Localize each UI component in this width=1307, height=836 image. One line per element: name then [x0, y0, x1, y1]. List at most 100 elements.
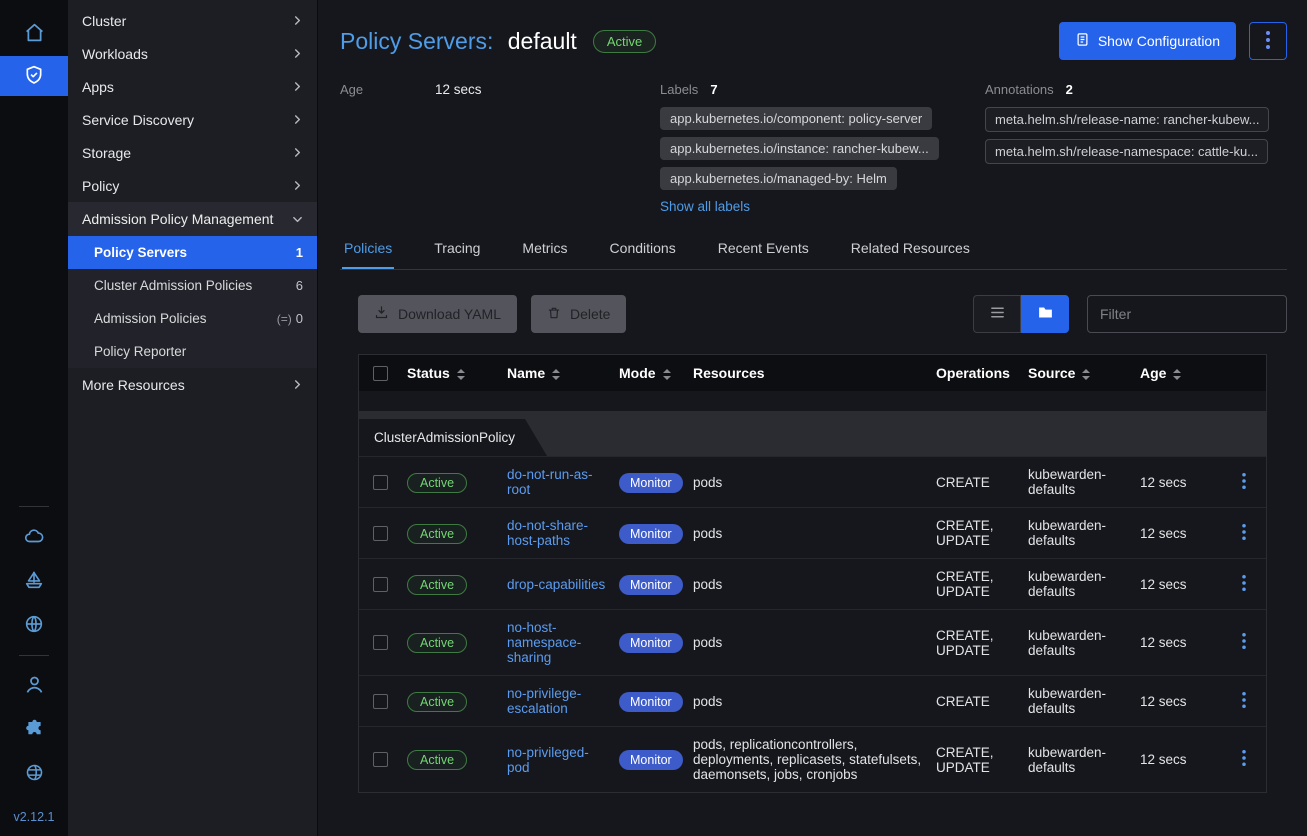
annotations-count: 2: [1066, 82, 1073, 97]
tab-metrics[interactable]: Metrics: [520, 230, 569, 269]
resources-cell: pods, replicationcontrollers, deployment…: [687, 727, 930, 793]
chevron-right-icon: [292, 81, 303, 92]
operations-cell: CREATE, UPDATE: [930, 727, 1022, 793]
table-row[interactable]: Active no-privilege-escalation Monitor p…: [359, 676, 1266, 727]
column-header-age[interactable]: Age: [1134, 355, 1222, 391]
annotations-title: Annotations: [985, 82, 1054, 97]
tab-related-resources[interactable]: Related Resources: [849, 230, 972, 269]
status-badge: Active: [407, 750, 467, 770]
policy-name-link[interactable]: do-not-share-host-paths: [507, 518, 588, 548]
sidebar-item-admission-policies[interactable]: Admission Policies (=) 0: [68, 302, 317, 335]
policy-name-link[interactable]: do-not-run-as-root: [507, 467, 593, 497]
table-toolbar: Download YAML Delete: [340, 295, 1287, 333]
row-checkbox[interactable]: [373, 752, 388, 767]
group-view-button[interactable]: [1021, 295, 1069, 333]
sidebar-group-admission-policy-management[interactable]: Admission Policy Management: [68, 202, 317, 236]
row-kebab-menu-button[interactable]: [1242, 750, 1246, 769]
table-row[interactable]: Active do-not-share-host-paths Monitor p…: [359, 508, 1266, 559]
puzzle-icon: [24, 718, 45, 742]
group-tab: ClusterAdmissionPolicy: [359, 419, 547, 456]
operations-cell: CREATE: [930, 676, 1022, 727]
resources-cell: pods: [687, 508, 930, 559]
column-header-mode[interactable]: Mode: [613, 355, 687, 391]
page-header: Policy Servers: default Active Show Conf…: [340, 22, 1287, 60]
filter-input[interactable]: [1087, 295, 1287, 333]
sidebar-item-cluster[interactable]: Cluster: [68, 4, 317, 37]
sort-icon: [1173, 369, 1181, 380]
sidebar-item-policy-servers[interactable]: Policy Servers 1: [68, 236, 317, 269]
namespaced-count-icon: (=): [277, 312, 292, 326]
app-root: v2.12.1 Cluster Workloads Apps Service D…: [0, 0, 1307, 836]
home-icon: [24, 22, 45, 46]
policy-name-link[interactable]: no-privilege-escalation: [507, 686, 581, 716]
tab-tracing[interactable]: Tracing: [432, 230, 482, 269]
rail-divider: [19, 655, 49, 656]
annotations-block: Annotations 2 meta.helm.sh/release-name:…: [985, 78, 1287, 214]
row-checkbox[interactable]: [373, 635, 388, 650]
row-checkbox[interactable]: [373, 526, 388, 541]
header-kebab-menu-button[interactable]: [1249, 22, 1287, 60]
sidebar-item-cluster-admission-policies[interactable]: Cluster Admission Policies 6: [68, 269, 317, 302]
policy-name-link[interactable]: no-host-namespace-sharing: [507, 620, 581, 665]
virtualization-button[interactable]: [0, 559, 68, 603]
sidebar-item-service-discovery[interactable]: Service Discovery: [68, 103, 317, 136]
download-yaml-button[interactable]: Download YAML: [358, 295, 517, 333]
home-button[interactable]: [0, 12, 68, 56]
table-row[interactable]: Active no-privileged-pod Monitor pods, r…: [359, 727, 1266, 793]
row-checkbox[interactable]: [373, 694, 388, 709]
tab-recent-events[interactable]: Recent Events: [716, 230, 811, 269]
trash-icon: [547, 306, 561, 323]
fleet-button[interactable]: [0, 603, 68, 647]
row-kebab-menu-button[interactable]: [1242, 473, 1246, 492]
annotation-chip: meta.helm.sh/release-namespace: cattle-k…: [985, 139, 1268, 164]
column-header-source[interactable]: Source: [1022, 355, 1134, 391]
version-label: v2.12.1: [13, 810, 54, 824]
operations-cell: CREATE: [930, 457, 1022, 508]
tab-conditions[interactable]: Conditions: [608, 230, 678, 269]
user-button[interactable]: [0, 664, 68, 708]
source-cell: kubewarden-defaults: [1022, 559, 1134, 610]
sidebar: Cluster Workloads Apps Service Discovery…: [68, 0, 318, 836]
table-row[interactable]: Active no-host-namespace-sharing Monitor…: [359, 610, 1266, 676]
list-view-button[interactable]: [973, 295, 1021, 333]
nav-rail: v2.12.1: [0, 0, 68, 836]
extensions-button[interactable]: [0, 708, 68, 752]
show-all-labels-link[interactable]: Show all labels: [660, 199, 750, 214]
row-kebab-menu-button[interactable]: [1242, 575, 1246, 594]
select-all-checkbox[interactable]: [373, 366, 388, 381]
sidebar-item-more-resources[interactable]: More Resources: [68, 368, 317, 401]
policies-table: Status Name Mode Resources Operations So…: [358, 354, 1267, 793]
kubewarden-shield-icon: [24, 65, 44, 88]
row-kebab-menu-button[interactable]: [1242, 633, 1246, 652]
table-row[interactable]: Active do-not-run-as-root Monitor pods C…: [359, 457, 1266, 508]
kubewarden-nav-button[interactable]: [0, 56, 68, 96]
sidebar-item-policy[interactable]: Policy: [68, 169, 317, 202]
column-header-status[interactable]: Status: [401, 355, 501, 391]
delete-button[interactable]: Delete: [531, 295, 626, 333]
chevron-right-icon: [292, 15, 303, 26]
tab-policies[interactable]: Policies: [342, 230, 394, 269]
sidebar-item-apps[interactable]: Apps: [68, 70, 317, 103]
resource-masthead: Age 12 secs Labels 7 app.kubernetes.io/c…: [340, 78, 1287, 214]
row-checkbox[interactable]: [373, 577, 388, 592]
row-kebab-menu-button[interactable]: [1242, 692, 1246, 711]
source-cell: kubewarden-defaults: [1022, 508, 1134, 559]
row-checkbox[interactable]: [373, 475, 388, 490]
row-kebab-menu-button[interactable]: [1242, 524, 1246, 543]
column-header-name[interactable]: Name: [501, 355, 613, 391]
operations-cell: CREATE, UPDATE: [930, 610, 1022, 676]
sidebar-item-storage[interactable]: Storage: [68, 136, 317, 169]
resources-cell: pods: [687, 457, 930, 508]
show-configuration-button[interactable]: Show Configuration: [1059, 22, 1236, 60]
policy-name-link[interactable]: no-privileged-pod: [507, 745, 589, 775]
sidebar-item-workloads[interactable]: Workloads: [68, 37, 317, 70]
cluster-management-button[interactable]: [0, 515, 68, 559]
table-row[interactable]: Active drop-capabilities Monitor pods CR…: [359, 559, 1266, 610]
policy-name-link[interactable]: drop-capabilities: [507, 577, 605, 592]
sort-icon: [1082, 369, 1090, 380]
count-badge: 6: [296, 278, 303, 293]
sidebar-item-policy-reporter[interactable]: Policy Reporter: [68, 335, 317, 368]
docs-button[interactable]: [0, 752, 68, 796]
label-chip: app.kubernetes.io/instance: rancher-kube…: [660, 137, 939, 160]
download-icon: [374, 305, 389, 323]
